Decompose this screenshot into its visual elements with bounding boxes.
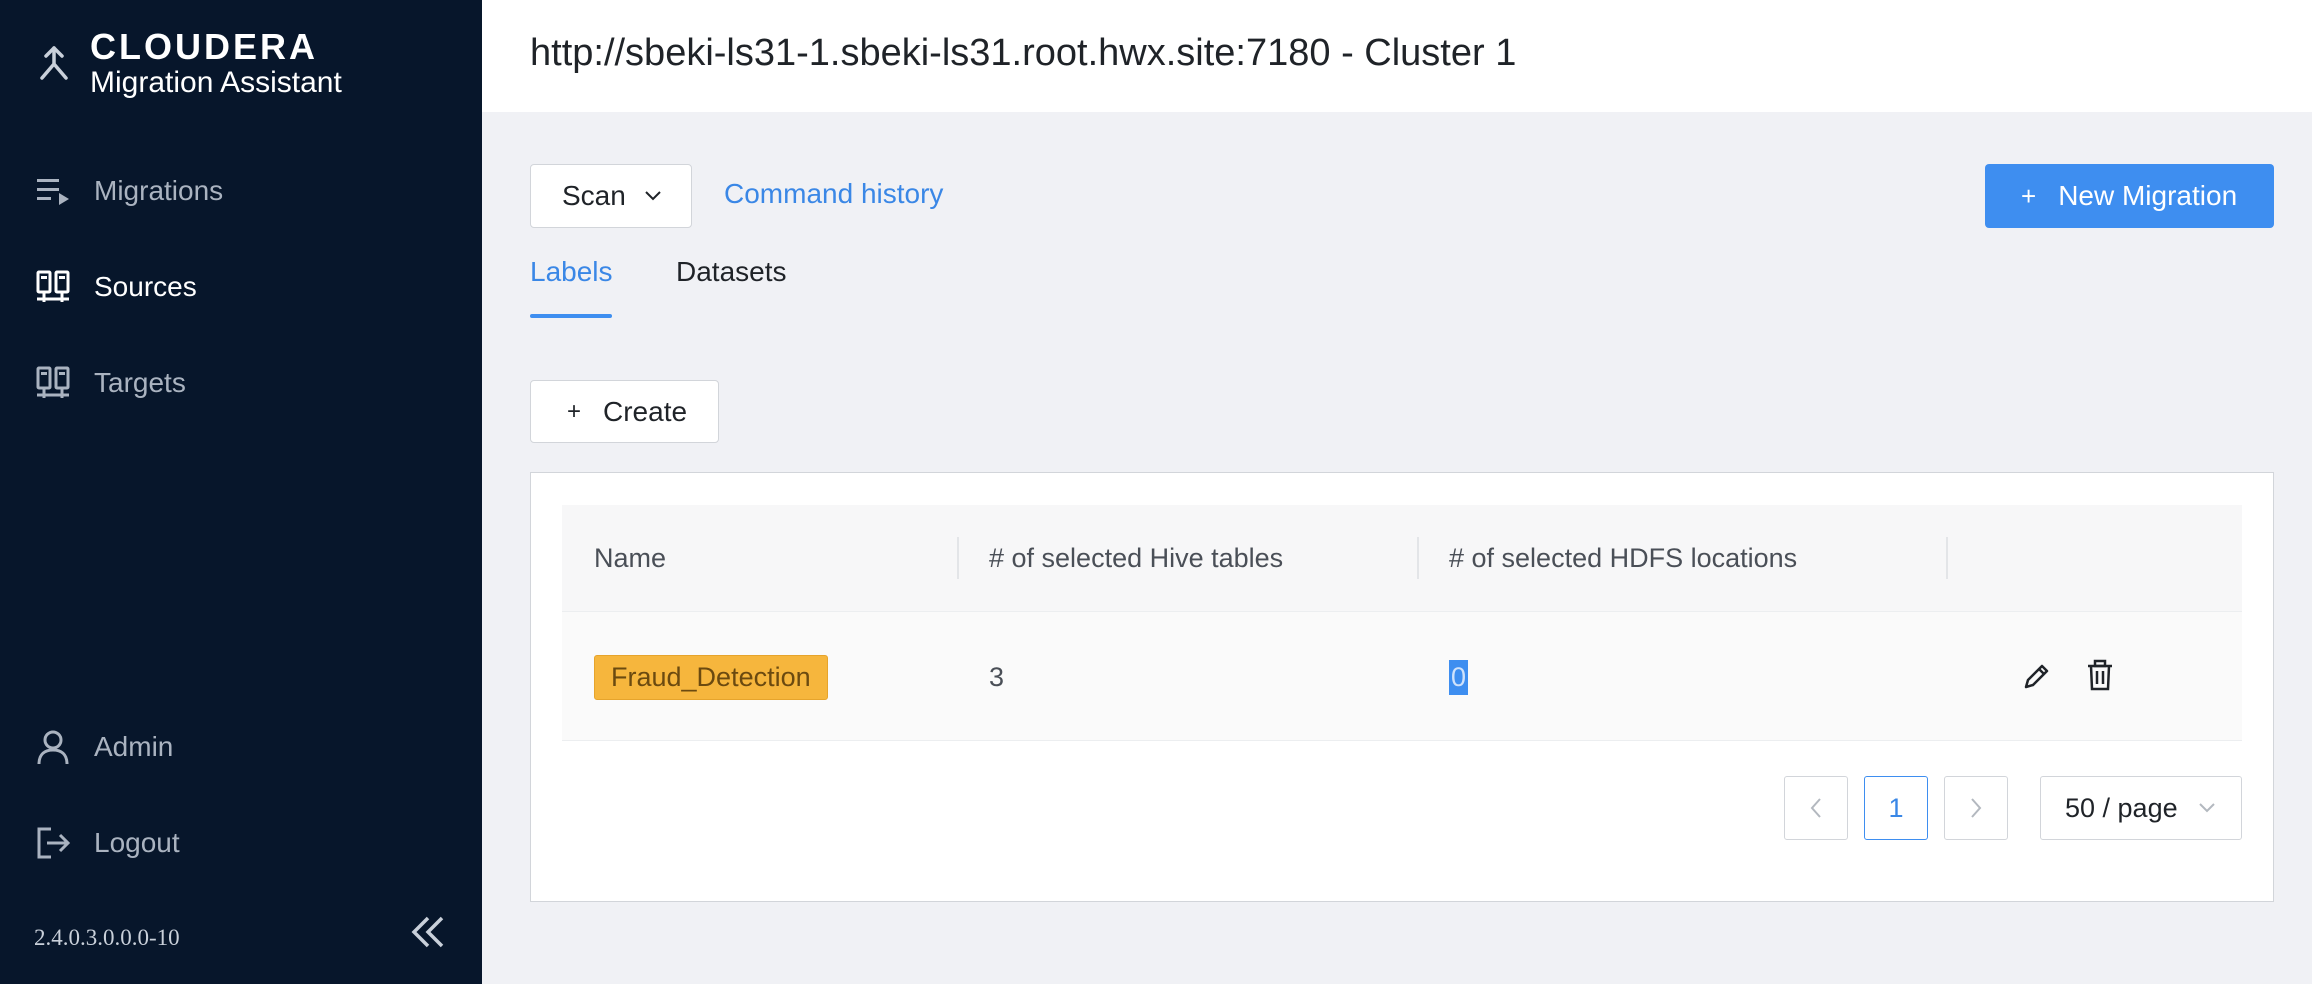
sidebar-item-label: Admin bbox=[94, 731, 174, 762]
chevron-down-icon bbox=[645, 191, 661, 201]
collapse-sidebar-icon[interactable] bbox=[410, 912, 446, 952]
page-title: http://sbeki-ls31-1.sbeki-ls31.root.hwx.… bbox=[530, 32, 1517, 74]
plus-icon: + bbox=[567, 397, 582, 425]
sidebar-item-label: Migrations bbox=[94, 175, 224, 206]
sidebar-item-logout[interactable]: Logout bbox=[34, 813, 454, 873]
page-size-select[interactable]: 50 / page bbox=[2040, 776, 2242, 840]
sidebar-item-targets[interactable]: Targets bbox=[34, 353, 454, 413]
create-label-button[interactable]: + Create bbox=[530, 380, 719, 443]
migrations-list-icon bbox=[34, 172, 72, 210]
sources-icon bbox=[34, 268, 72, 306]
sidebar-item-migrations[interactable]: Migrations bbox=[34, 161, 454, 221]
page-number-button[interactable]: 1 bbox=[1864, 776, 1928, 840]
sidebar-item-sources[interactable]: Sources bbox=[34, 257, 454, 317]
logout-icon bbox=[34, 824, 72, 862]
table-row: Fraud_Detection 3 0 bbox=[562, 611, 2242, 741]
label-tag[interactable]: Fraud_Detection bbox=[594, 654, 828, 700]
column-divider bbox=[957, 537, 959, 579]
sidebar-item-label: Logout bbox=[94, 827, 180, 858]
scan-label: Scan bbox=[562, 180, 626, 211]
new-migration-label: New Migration bbox=[2058, 180, 2238, 211]
brand: CLOUDERA Migration Assistant bbox=[36, 28, 342, 100]
previous-page-button[interactable] bbox=[1784, 776, 1848, 840]
tab-labels[interactable]: Labels bbox=[530, 256, 613, 288]
edit-pencil-icon[interactable] bbox=[2020, 661, 2052, 693]
labels-table-panel: Name # of selected Hive tables # of sele… bbox=[530, 472, 2274, 902]
cell-hive-tables: 3 bbox=[989, 661, 1005, 692]
active-tab-indicator bbox=[530, 314, 612, 318]
cell-hdfs-locations: 0 bbox=[1449, 612, 1469, 742]
delete-trash-icon[interactable] bbox=[2084, 659, 2116, 691]
sidebar-item-label: Targets bbox=[94, 367, 186, 398]
column-divider bbox=[1946, 537, 1948, 579]
next-page-button[interactable] bbox=[1944, 776, 2008, 840]
chevron-right-icon bbox=[1971, 798, 1982, 818]
sidebar-item-label: Sources bbox=[94, 271, 197, 302]
brand-logo-icon bbox=[40, 46, 68, 80]
new-migration-button[interactable]: + New Migration bbox=[1985, 164, 2274, 228]
column-header-name: Name bbox=[594, 542, 667, 573]
create-label: Create bbox=[603, 395, 688, 427]
command-history-link[interactable]: Command history bbox=[724, 178, 943, 210]
tab-datasets[interactable]: Datasets bbox=[676, 256, 787, 288]
scan-dropdown-button[interactable]: Scan bbox=[530, 164, 692, 228]
version-label: 2.4.0.3.0.0.0-10 bbox=[34, 925, 180, 950]
hdfs-locations-value: 0 bbox=[1449, 659, 1469, 695]
column-header-hdfs-locations: # of selected HDFS locations bbox=[1449, 542, 1798, 573]
table-header: Name # of selected Hive tables # of sele… bbox=[562, 505, 2242, 611]
column-divider bbox=[1417, 537, 1419, 579]
page-header: http://sbeki-ls31-1.sbeki-ls31.root.hwx.… bbox=[482, 0, 2312, 112]
plus-icon: + bbox=[2021, 180, 2037, 211]
sidebar: CLOUDERA Migration Assistant Migrations bbox=[0, 0, 482, 984]
page-size-value: 50 / page bbox=[2065, 792, 2178, 823]
brand-subtitle: Migration Assistant bbox=[90, 66, 342, 99]
brand-name: CLOUDERA bbox=[90, 26, 318, 67]
chevron-left-icon bbox=[1810, 798, 1821, 818]
cell-name: Fraud_Detection bbox=[594, 612, 828, 742]
targets-icon bbox=[34, 364, 72, 402]
user-icon bbox=[34, 728, 72, 766]
sidebar-item-admin[interactable]: Admin bbox=[34, 717, 454, 777]
column-header-hive-tables: # of selected Hive tables bbox=[989, 542, 1284, 573]
chevron-down-icon bbox=[2198, 803, 2215, 813]
